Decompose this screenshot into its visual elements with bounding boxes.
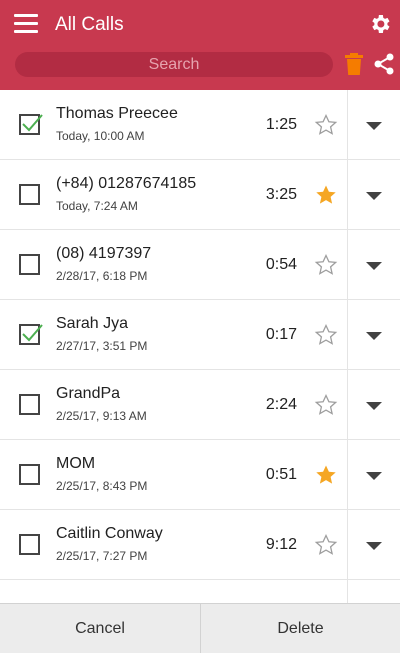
call-time: Today, 7:24 AM bbox=[56, 199, 138, 213]
call-row[interactable]: MOM 2/25/17, 8:43 PM 0:51 bbox=[0, 440, 400, 510]
chevron-down-icon[interactable] bbox=[364, 190, 384, 202]
contact-name: Sarah Jya bbox=[56, 315, 129, 332]
call-duration: 2:24 bbox=[265, 396, 297, 413]
star-outline-icon[interactable] bbox=[314, 113, 338, 137]
call-duration: 1:25 bbox=[265, 116, 297, 133]
share-icon[interactable] bbox=[373, 53, 395, 75]
call-row[interactable]: (+84) 01287674185 Today, 7:24 AM 3:25 bbox=[0, 160, 400, 230]
contact-name: MOM bbox=[56, 455, 96, 472]
action-bar: Cancel Delete bbox=[0, 603, 400, 653]
call-duration: 9:12 bbox=[265, 536, 297, 553]
contact-name: GrandPa bbox=[56, 385, 121, 402]
call-row-partial bbox=[0, 580, 400, 603]
star-outline-icon[interactable] bbox=[314, 323, 338, 347]
page-title: All Calls bbox=[55, 14, 124, 35]
call-time: 2/28/17, 6:18 PM bbox=[56, 269, 148, 283]
star-filled-icon[interactable] bbox=[314, 463, 338, 487]
gear-icon[interactable] bbox=[368, 12, 392, 36]
call-duration: 0:54 bbox=[265, 256, 297, 273]
row-checkbox[interactable] bbox=[19, 324, 43, 345]
call-list: Thomas Preecee Today, 10:00 AM 1:25 (+84… bbox=[0, 90, 400, 603]
row-checkbox[interactable] bbox=[19, 254, 40, 275]
call-duration: 3:25 bbox=[265, 186, 297, 203]
call-time: 2/27/17, 3:51 PM bbox=[56, 339, 148, 353]
call-time: 2/25/17, 7:27 PM bbox=[56, 549, 148, 563]
call-duration: 0:51 bbox=[265, 466, 297, 483]
row-checkbox[interactable] bbox=[19, 114, 43, 135]
call-time: 2/25/17, 9:13 AM bbox=[56, 409, 147, 423]
star-outline-icon[interactable] bbox=[314, 533, 338, 557]
call-row[interactable]: Thomas Preecee Today, 10:00 AM 1:25 bbox=[0, 90, 400, 160]
contact-name: (08) 4197397 bbox=[56, 245, 152, 262]
app-bar: All Calls bbox=[0, 0, 400, 90]
contact-name: (+84) 01287674185 bbox=[56, 175, 197, 192]
cancel-button[interactable]: Cancel bbox=[0, 604, 200, 653]
call-row[interactable]: (08) 4197397 2/28/17, 6:18 PM 0:54 bbox=[0, 230, 400, 300]
menu-icon[interactable] bbox=[14, 14, 38, 34]
row-checkbox[interactable] bbox=[19, 184, 40, 205]
check-icon bbox=[22, 324, 43, 342]
call-time: 2/25/17, 8:43 PM bbox=[56, 479, 148, 493]
chevron-down-icon[interactable] bbox=[364, 540, 384, 552]
chevron-down-icon[interactable] bbox=[364, 400, 384, 412]
chevron-down-icon[interactable] bbox=[364, 470, 384, 482]
row-checkbox[interactable] bbox=[19, 394, 40, 415]
delete-button[interactable]: Delete bbox=[201, 604, 400, 653]
call-time: Today, 10:00 AM bbox=[56, 129, 145, 143]
call-row[interactable]: Sarah Jya 2/27/17, 3:51 PM 0:17 bbox=[0, 300, 400, 370]
star-outline-icon[interactable] bbox=[314, 393, 338, 417]
contact-name: Thomas Preecee bbox=[56, 105, 178, 122]
star-filled-icon[interactable] bbox=[314, 183, 338, 207]
chevron-down-icon[interactable] bbox=[364, 260, 384, 272]
check-icon bbox=[22, 114, 43, 132]
contact-name: Caitlin Conway bbox=[56, 525, 163, 542]
search-input[interactable] bbox=[15, 52, 333, 77]
trash-icon[interactable] bbox=[344, 53, 364, 75]
chevron-down-icon[interactable] bbox=[364, 120, 384, 132]
call-row[interactable]: GrandPa 2/25/17, 9:13 AM 2:24 bbox=[0, 370, 400, 440]
row-checkbox[interactable] bbox=[19, 464, 40, 485]
chevron-down-icon[interactable] bbox=[364, 330, 384, 342]
call-row[interactable]: Caitlin Conway 2/25/17, 7:27 PM 9:12 bbox=[0, 510, 400, 580]
star-outline-icon[interactable] bbox=[314, 253, 338, 277]
call-duration: 0:17 bbox=[265, 326, 297, 343]
row-checkbox[interactable] bbox=[19, 534, 40, 555]
